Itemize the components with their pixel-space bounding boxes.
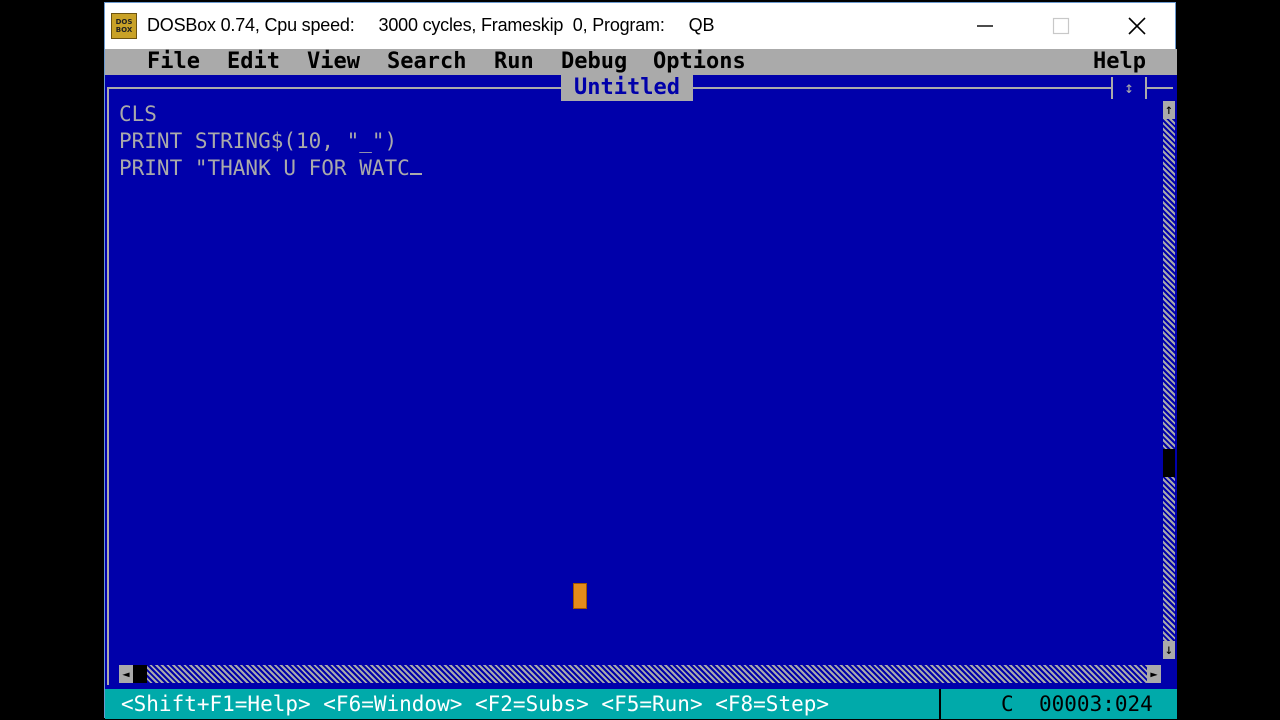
title-bar[interactable]: DOS BOX DOSBox 0.74, Cpu speed: 3000 cyc… — [105, 3, 1175, 49]
cursor-position: 00003:024 — [1039, 692, 1153, 716]
vertical-scrollbar[interactable] — [1163, 103, 1175, 659]
menu-debug[interactable]: Debug — [561, 49, 627, 75]
maximize-icon — [1052, 17, 1070, 35]
menu-bar: File Edit View Search Run Debug Options … — [105, 49, 1177, 75]
scroll-left-icon[interactable]: ◄ — [119, 665, 133, 683]
status-bar: <Shift+F1=Help> <F6=Window> <F2=Subs> <F… — [105, 689, 1177, 719]
vertical-scroll-thumb[interactable] — [1163, 449, 1175, 477]
editor-maximize-icon[interactable]: ↕ — [1111, 77, 1147, 99]
editor-top-border-right — [693, 87, 1111, 89]
menu-help[interactable]: Help — [1093, 49, 1146, 75]
mouse-cursor — [573, 583, 587, 609]
menu-file[interactable]: File — [147, 49, 200, 75]
status-divider — [939, 689, 941, 719]
code-line: PRINT STRING$(10, "_") — [119, 129, 398, 153]
code-editor[interactable]: CLS PRINT STRING$(10, "_") PRINT "THANK … — [119, 101, 422, 182]
menu-run[interactable]: Run — [494, 49, 534, 75]
scroll-down-icon[interactable]: ↓ — [1163, 641, 1175, 659]
menu-edit[interactable]: Edit — [227, 49, 280, 75]
editor-top-border-end — [1145, 87, 1173, 89]
minimize-button[interactable] — [947, 3, 1023, 49]
maximize-button[interactable] — [1023, 3, 1099, 49]
status-mode: C — [1001, 692, 1014, 716]
editor-left-border — [107, 87, 109, 685]
dosbox-window: DOS BOX DOSBox 0.74, Cpu speed: 3000 cyc… — [104, 2, 1177, 719]
menu-search[interactable]: Search — [387, 49, 466, 75]
editor-title: Untitled — [561, 75, 693, 101]
editor-top-border-left — [107, 87, 561, 89]
close-icon — [1128, 17, 1146, 35]
qbasic-screen: File Edit View Search Run Debug Options … — [105, 49, 1177, 719]
horizontal-scrollbar[interactable] — [119, 665, 1161, 683]
horizontal-scroll-thumb[interactable] — [133, 665, 147, 683]
code-line-text: PRINT "THANK U FOR WATC — [119, 156, 410, 180]
menu-view[interactable]: View — [307, 49, 360, 75]
code-line: CLS — [119, 102, 157, 126]
scroll-up-icon[interactable]: ↑ — [1163, 101, 1175, 119]
code-line: PRINT "THANK U FOR WATC — [119, 155, 422, 182]
menu-options[interactable]: Options — [653, 49, 746, 75]
dosbox-app-icon[interactable]: DOS BOX — [111, 13, 137, 39]
window-title: DOSBox 0.74, Cpu speed: 3000 cycles, Fra… — [147, 15, 715, 35]
status-shortcuts[interactable]: <Shift+F1=Help> <F6=Window> <F2=Subs> <F… — [121, 689, 829, 719]
minimize-icon — [977, 25, 993, 27]
scroll-right-icon[interactable]: ► — [1147, 665, 1161, 683]
close-button[interactable] — [1099, 3, 1175, 49]
text-cursor — [409, 155, 422, 175]
